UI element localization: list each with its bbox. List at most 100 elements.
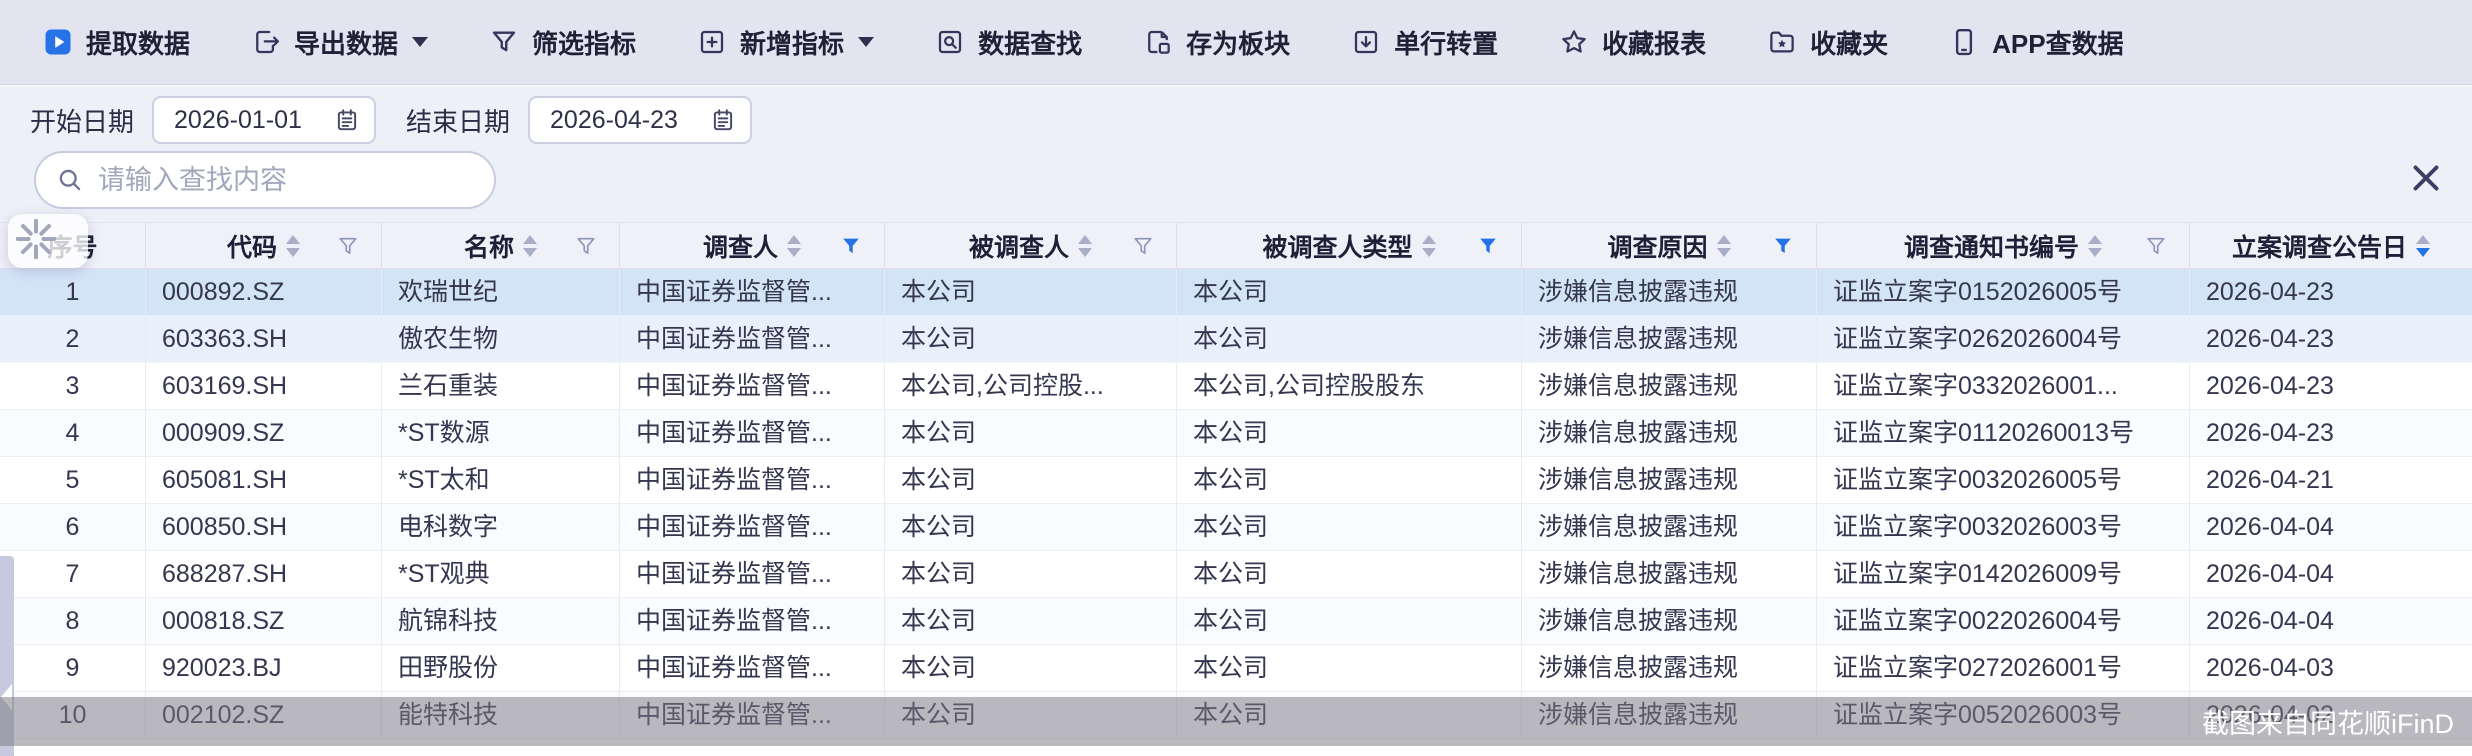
- table-row[interactable]: 1000892.SZ欢瑞世纪中国证券监督管...本公司本公司涉嫌信息披露违规证监…: [0, 269, 2472, 316]
- column-header-announce-date[interactable]: 立案调查公告日: [2190, 223, 2472, 268]
- table-row[interactable]: 3603169.SH兰石重装中国证券监督管...本公司,公司控股...本公司,公…: [0, 363, 2472, 410]
- cell-notice-no: 证监立案字0152026005号: [1817, 269, 2190, 315]
- cell-announce-date: 2026-04-04: [2190, 504, 2472, 550]
- cell-no: 7: [0, 551, 146, 597]
- table-search-box[interactable]: [34, 151, 496, 209]
- cell-investigated: 本公司: [885, 269, 1177, 315]
- table-row[interactable]: 5605081.SH*ST太和中国证券监督管...本公司本公司涉嫌信息披露违规证…: [0, 457, 2472, 504]
- cell-announce-date: 2026-04-23: [2190, 410, 2472, 456]
- filter-icon[interactable]: [2145, 235, 2167, 257]
- sort-icon[interactable]: [523, 235, 537, 257]
- cell-no: 8: [0, 598, 146, 644]
- search-input[interactable]: [96, 164, 478, 197]
- column-header-label: 调查通知书编号: [1904, 228, 2079, 264]
- cell-notice-no: 证监立案字0262026004号: [1817, 316, 2190, 362]
- cell-reason: 涉嫌信息披露违规: [1522, 410, 1817, 456]
- sort-down-arrow: [2416, 248, 2430, 257]
- cell-reason: 涉嫌信息披露违规: [1522, 269, 1817, 315]
- toolbar-button-label: 单行转置: [1394, 24, 1498, 61]
- toolbar-button-export-data[interactable]: 导出数据: [250, 24, 428, 61]
- toolbar-button-extract-data[interactable]: 提取数据: [42, 24, 190, 61]
- cell-investigated-type: 本公司,公司控股股东: [1177, 363, 1522, 409]
- toolbar-button-filter-indicators[interactable]: 筛选指标: [488, 24, 636, 61]
- sort-icon[interactable]: [787, 235, 801, 257]
- cell-investigated: 本公司: [885, 316, 1177, 362]
- toolbar-button-single-row-transpose[interactable]: 单行转置: [1350, 24, 1498, 61]
- toolbar-button-add-indicators[interactable]: 新增指标: [696, 24, 874, 61]
- table-row[interactable]: 9920023.BJ田野股份中国证券监督管...本公司本公司涉嫌信息披露违规证监…: [0, 645, 2472, 692]
- start-date-value: 2026-01-01: [174, 106, 334, 135]
- search-icon: [56, 166, 84, 194]
- table-row[interactable]: 8000818.SZ航锦科技中国证券监督管...本公司本公司涉嫌信息披露违规证监…: [0, 598, 2472, 645]
- cell-announce-date: 2026-04-03: [2190, 645, 2472, 691]
- watermark-band: 截图来自同花顺iFinD: [0, 697, 2472, 746]
- cell-investigator: 中国证券监督管...: [620, 551, 885, 597]
- calendar-icon[interactable]: [710, 107, 736, 133]
- sort-icon[interactable]: [1717, 235, 1731, 257]
- column-header-notice-no[interactable]: 调查通知书编号: [1817, 223, 2190, 268]
- filter-icon[interactable]: [575, 235, 597, 257]
- cell-code: 605081.SH: [146, 457, 382, 503]
- filter-icon[interactable]: [1772, 235, 1794, 257]
- cell-code: 000818.SZ: [146, 598, 382, 644]
- cell-investigated: 本公司: [885, 457, 1177, 503]
- filter-icon[interactable]: [1477, 235, 1499, 257]
- toolbar-button-save-as-board[interactable]: 存为板块: [1142, 24, 1290, 61]
- cell-investigator: 中国证券监督管...: [620, 598, 885, 644]
- cell-reason: 涉嫌信息披露违规: [1522, 504, 1817, 550]
- cell-investigated-type: 本公司: [1177, 457, 1522, 503]
- filter-icon[interactable]: [840, 235, 862, 257]
- cell-notice-no: 证监立案字0032026005号: [1817, 457, 2190, 503]
- toolbar-button-data-search[interactable]: 数据查找: [934, 24, 1082, 61]
- toolbar-button-label: 数据查找: [978, 24, 1082, 61]
- column-header-label: 名称: [464, 228, 514, 264]
- watermark-text: 截图来自同花顺iFinD: [2202, 702, 2454, 741]
- start-date-input[interactable]: 2026-01-01: [152, 96, 376, 144]
- sort-icon[interactable]: [286, 235, 300, 257]
- toolbar-button-label: 提取数据: [86, 24, 190, 61]
- cell-investigated-type: 本公司: [1177, 269, 1522, 315]
- filter-icon[interactable]: [1132, 235, 1154, 257]
- burst-icon: [16, 219, 56, 264]
- cell-investigator: 中国证券监督管...: [620, 269, 885, 315]
- toolbar-button-favorites-folder[interactable]: 收藏夹: [1766, 24, 1888, 61]
- toolbar-button-app-data[interactable]: APP查数据: [1948, 24, 2123, 61]
- column-header-name[interactable]: 名称: [382, 223, 620, 268]
- sort-up-arrow: [1422, 235, 1436, 244]
- toolbar: 提取数据 导出数据 筛选指标 新增指标 数据查找 存为板块 单行转置 收藏报表 收藏夹 APP查数…: [0, 0, 2472, 85]
- cell-investigator: 中国证券监督管...: [620, 645, 885, 691]
- table-row[interactable]: 4000909.SZ*ST数源中国证券监督管...本公司本公司涉嫌信息披露违规证…: [0, 410, 2472, 457]
- floating-refresh-badge[interactable]: [8, 214, 88, 268]
- sort-icon[interactable]: [2088, 235, 2102, 257]
- toolbar-button-label: 导出数据: [294, 24, 398, 61]
- toolbar-button-label: 存为板块: [1186, 24, 1290, 61]
- column-header-code[interactable]: 代码: [146, 223, 382, 268]
- cell-investigated-type: 本公司: [1177, 410, 1522, 456]
- sort-icon[interactable]: [1422, 235, 1436, 257]
- column-header-investigated[interactable]: 被调查人: [885, 223, 1177, 268]
- column-header-investigated-type[interactable]: 被调查人类型: [1177, 223, 1522, 268]
- close-search-button[interactable]: [2404, 158, 2448, 202]
- table-row[interactable]: 7688287.SH*ST观典中国证券监督管...本公司本公司涉嫌信息披露违规证…: [0, 551, 2472, 598]
- sort-icon[interactable]: [2416, 235, 2430, 257]
- ifind-data-browser-window: 提取数据 导出数据 筛选指标 新增指标 数据查找 存为板块 单行转置 收藏报表 收藏夹 APP查数…: [0, 0, 2472, 756]
- cell-notice-no: 证监立案字0332026001...: [1817, 363, 2190, 409]
- calendar-icon[interactable]: [334, 107, 360, 133]
- column-header-reason[interactable]: 调查原因: [1522, 223, 1817, 268]
- column-header-label: 被调查人类型: [1262, 228, 1412, 264]
- column-header-investigator[interactable]: 调查人: [620, 223, 885, 268]
- sort-icon[interactable]: [1078, 235, 1092, 257]
- cell-no: 2: [0, 316, 146, 362]
- cell-announce-date: 2026-04-23: [2190, 316, 2472, 362]
- end-date-input[interactable]: 2026-04-23: [528, 96, 752, 144]
- cell-reason: 涉嫌信息披露违规: [1522, 363, 1817, 409]
- sort-down-arrow: [523, 248, 537, 257]
- star-icon: [1558, 26, 1590, 58]
- cell-no: 4: [0, 410, 146, 456]
- cell-announce-date: 2026-04-04: [2190, 551, 2472, 597]
- table-row[interactable]: 2603363.SH傲农生物中国证券监督管...本公司本公司涉嫌信息披露违规证监…: [0, 316, 2472, 363]
- sort-down-arrow: [1078, 248, 1092, 257]
- table-row[interactable]: 6600850.SH电科数字中国证券监督管...本公司本公司涉嫌信息披露违规证监…: [0, 504, 2472, 551]
- toolbar-button-favorite-report[interactable]: 收藏报表: [1558, 24, 1706, 61]
- filter-icon[interactable]: [337, 235, 359, 257]
